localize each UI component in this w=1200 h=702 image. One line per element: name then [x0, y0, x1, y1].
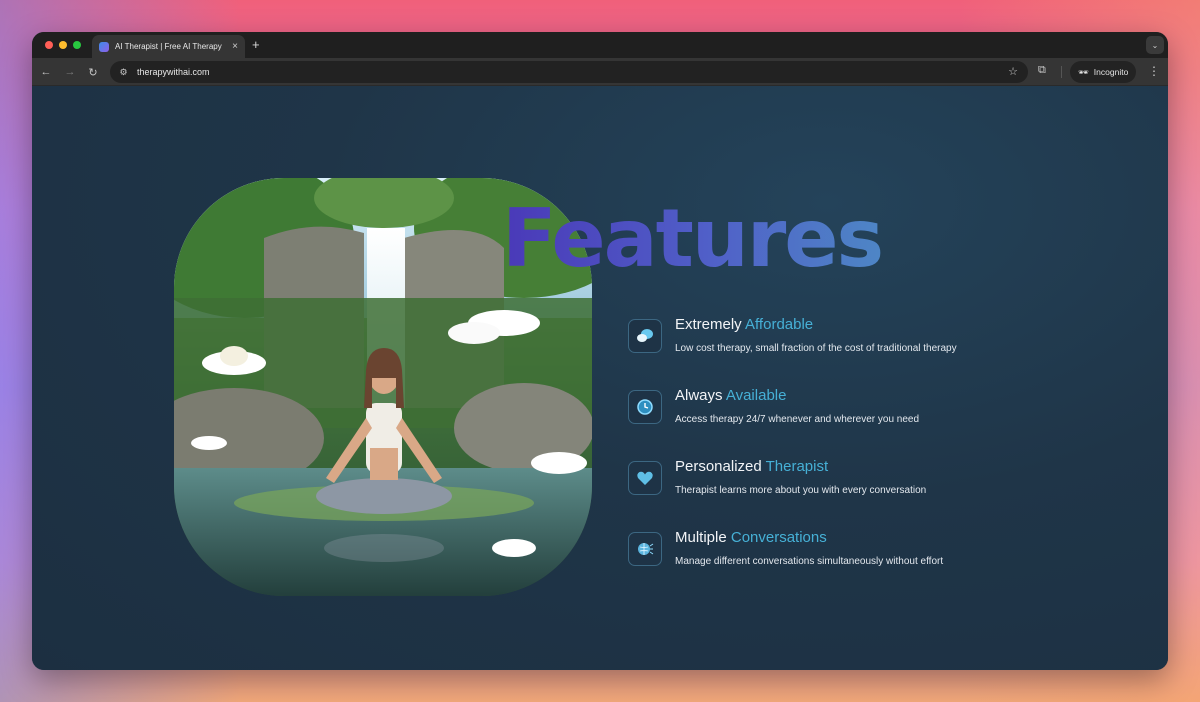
brain-icon	[628, 532, 662, 566]
tab-close-icon[interactable]: ×	[232, 41, 238, 52]
address-bar[interactable]: ⚙ therapywithai.com ☆	[110, 61, 1028, 83]
features-heading: Features	[502, 192, 884, 285]
browser-toolbar: ← → ↻ ⚙ therapywithai.com ☆ ⧉ 🕶 Incognit…	[32, 58, 1168, 86]
feature-description: Manage different conversations simultane…	[675, 556, 944, 567]
incognito-label: Incognito	[1093, 67, 1129, 77]
tab-bar: AI Therapist | Free AI Therapy × + ⌄	[32, 32, 1168, 58]
reload-icon[interactable]: ↻	[85, 64, 101, 80]
page-content: Features Extremely Affordable Low cost t…	[32, 86, 1168, 670]
browser-window: AI Therapist | Free AI Therapy × + ⌄ ← →…	[32, 32, 1168, 670]
incognito-badge[interactable]: 🕶 Incognito	[1070, 61, 1137, 83]
new-tab-button[interactable]: +	[252, 37, 260, 52]
close-window-button[interactable]	[45, 41, 53, 49]
back-arrow-icon[interactable]: ←	[38, 64, 54, 80]
heart-icon	[628, 461, 662, 495]
tab-search-chevron-icon[interactable]: ⌄	[1146, 36, 1164, 54]
minimize-window-button[interactable]	[59, 41, 67, 49]
site-settings-icon[interactable]: ⚙	[118, 67, 129, 78]
feature-title: Personalized Therapist	[675, 458, 829, 475]
maximize-window-button[interactable]	[73, 41, 81, 49]
tab-title: AI Therapist | Free AI Therapy	[115, 42, 222, 51]
url-text[interactable]: therapywithai.com	[137, 67, 210, 77]
chat-bubbles-icon	[628, 319, 662, 353]
clock-icon	[628, 390, 662, 424]
feature-title: Multiple Conversations	[675, 529, 827, 546]
feature-description: Therapist learns more about you with eve…	[675, 485, 927, 496]
incognito-icon: 🕶	[1078, 66, 1089, 77]
bookmark-star-icon[interactable]: ☆	[1008, 65, 1018, 78]
window-controls	[45, 41, 81, 49]
forward-arrow-icon[interactable]: →	[62, 64, 78, 80]
browser-menu-icon[interactable]: ⋮	[1148, 64, 1160, 78]
feature-title: Always Available	[675, 387, 787, 404]
feature-title: Extremely Affordable	[675, 316, 814, 333]
toolbar-divider	[1061, 66, 1062, 78]
browser-tab[interactable]: AI Therapist | Free AI Therapy ×	[92, 35, 245, 58]
extensions-puzzle-icon[interactable]: ⧉	[1038, 64, 1046, 77]
site-favicon-icon	[99, 41, 109, 52]
feature-description: Access therapy 24/7 whenever and whereve…	[675, 414, 920, 425]
feature-description: Low cost therapy, small fraction of the …	[675, 343, 957, 354]
